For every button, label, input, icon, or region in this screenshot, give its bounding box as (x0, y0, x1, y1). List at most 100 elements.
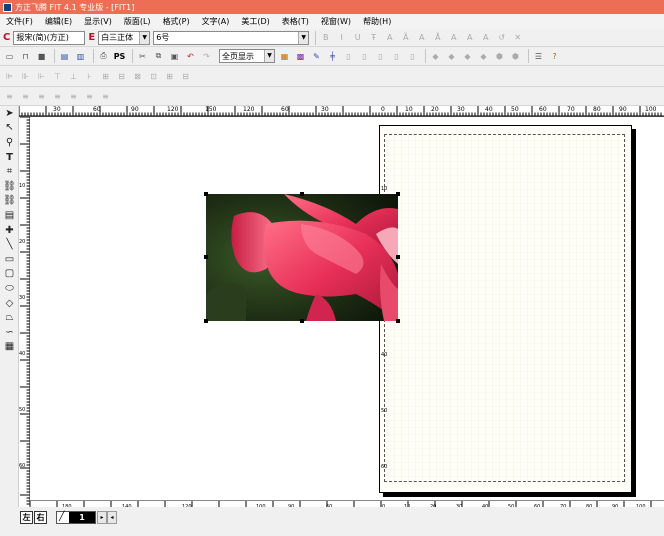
para-left-icon[interactable]: ≡ (3, 90, 16, 103)
resize-handle[interactable] (300, 192, 304, 196)
page-prev-arrow-icon[interactable]: ▸ (97, 511, 107, 524)
polygon-icon[interactable]: ⏢ (0, 310, 19, 325)
pen-icon[interactable]: ✎ (310, 50, 323, 63)
resize-handle[interactable] (204, 192, 208, 196)
rectangle-icon[interactable]: ▭ (0, 252, 19, 267)
resize-handle[interactable] (204, 319, 208, 323)
italic-icon[interactable]: I (335, 31, 348, 44)
left-page-button[interactable]: 左 (20, 511, 33, 524)
cut-icon[interactable]: ✂ (136, 50, 149, 63)
menu-format[interactable]: 格式(P) (161, 16, 192, 27)
space-v-icon[interactable]: ⊟ (179, 70, 192, 83)
layer3-icon[interactable]: ◆ (461, 50, 474, 63)
ellipse-icon[interactable]: ⬭ (0, 281, 19, 296)
menu-file[interactable]: 文件(F) (4, 16, 35, 27)
flower-image[interactable] (206, 194, 398, 321)
menu-window[interactable]: 视窗(W) (319, 16, 353, 27)
align-left-icon[interactable]: ⊫ (3, 70, 16, 83)
para-center-icon[interactable]: ≡ (19, 90, 32, 103)
align-center-icon[interactable]: ⊪ (19, 70, 32, 83)
right-page-button[interactable]: 右 (34, 511, 47, 524)
align-top-icon[interactable]: ⊤ (51, 70, 64, 83)
align-bottom-icon[interactable]: ⊦ (83, 70, 96, 83)
link-icon[interactable]: ⛓ (0, 179, 19, 194)
hollow-text-icon[interactable]: A (415, 31, 428, 44)
resize-handle[interactable] (396, 319, 400, 323)
line-icon[interactable]: ╲ (0, 237, 19, 252)
same-height-icon[interactable]: ⊡ (147, 70, 160, 83)
rotate-icon[interactable]: ↺ (495, 31, 508, 44)
resize-handle[interactable] (300, 319, 304, 323)
bezier-icon[interactable]: ∽ (0, 325, 19, 340)
shadow-text-icon[interactable]: Ã (399, 31, 412, 44)
zoom-icon[interactable]: ⚲ (0, 135, 19, 150)
bold-icon[interactable]: B (319, 31, 332, 44)
underline-icon[interactable]: U (351, 31, 364, 44)
strikethrough-icon[interactable]: Ŧ (367, 31, 380, 44)
undo-icon[interactable]: ↶ (184, 50, 197, 63)
font-size-select[interactable]: 6号 ▼ (153, 30, 310, 45)
same-width-icon[interactable]: ⊠ (131, 70, 144, 83)
shape2-icon[interactable]: ⬢ (509, 50, 522, 63)
shape1-icon[interactable]: ⬢ (493, 50, 506, 63)
menu-layout[interactable]: 版面(L) (122, 16, 153, 27)
zoom-select[interactable]: 全页显示 ▼ (219, 49, 275, 63)
superscript-icon[interactable]: A (463, 31, 476, 44)
para-distribute-icon[interactable]: ≡ (67, 90, 80, 103)
column-icon[interactable]: ▯ (342, 50, 355, 63)
layer4-icon[interactable]: ◆ (477, 50, 490, 63)
table-cross-icon[interactable]: ╪ (326, 50, 339, 63)
menu-edit[interactable]: 编辑(E) (43, 16, 74, 27)
frame-icon[interactable]: ▤ (0, 208, 19, 223)
menu-help[interactable]: 帮助(H) (361, 16, 393, 27)
page-next-arrow-icon[interactable]: ◂ (107, 511, 117, 524)
distribute-v-icon[interactable]: ⊟ (115, 70, 128, 83)
layer2-icon[interactable]: ◆ (445, 50, 458, 63)
column3-icon[interactable]: ▯ (374, 50, 387, 63)
help-icon[interactable]: ? (548, 50, 561, 63)
page-tab[interactable]: ╱ 1 (56, 511, 96, 524)
para-right-icon[interactable]: ≡ (35, 90, 48, 103)
rotate-text-icon[interactable]: Å (431, 31, 444, 44)
align-right-icon[interactable]: ⊩ (35, 70, 48, 83)
diamond-icon[interactable]: ◇ (0, 296, 19, 311)
print-icon[interactable]: ⎙ (97, 50, 110, 63)
open-file-icon[interactable]: ⊓ (19, 50, 32, 63)
space-h-icon[interactable]: ⊞ (163, 70, 176, 83)
outline-text-icon[interactable]: A (383, 31, 396, 44)
menu-table[interactable]: 表格(T) (280, 16, 311, 27)
resize-handle[interactable] (396, 255, 400, 259)
column5-icon[interactable]: ▯ (406, 50, 419, 63)
save-icon[interactable]: ■ (35, 50, 48, 63)
align-icon[interactable]: ☰ (532, 50, 545, 63)
grid-icon[interactable]: ▩ (294, 50, 307, 63)
column4-icon[interactable]: ▯ (390, 50, 403, 63)
import-icon[interactable]: ▤ (58, 50, 71, 63)
crop-icon[interactable]: ⌗ (0, 164, 19, 179)
menu-art[interactable]: 美工(D) (239, 16, 271, 27)
unlink-icon[interactable]: ⛓ (0, 194, 19, 209)
english-font-select[interactable]: 白三正体 ▼ (98, 30, 151, 45)
menu-text[interactable]: 文字(A) (200, 16, 232, 27)
new-file-icon[interactable]: ▭ (3, 50, 16, 63)
menu-view[interactable]: 显示(V) (82, 16, 114, 27)
subscript-icon[interactable]: A (479, 31, 492, 44)
para-outdent-icon[interactable]: ≡ (99, 90, 112, 103)
copy-icon[interactable]: ⧉ (152, 50, 165, 63)
rounded-rectangle-icon[interactable]: ▢ (0, 267, 19, 282)
table-icon[interactable]: ▦ (0, 340, 19, 355)
paste-icon[interactable]: ▣ (168, 50, 181, 63)
column2-icon[interactable]: ▯ (358, 50, 371, 63)
chinese-font-select[interactable]: 报宋(简)(方正) (13, 30, 86, 45)
para-justify-icon[interactable]: ≡ (51, 90, 64, 103)
direct-select-icon[interactable]: ↖ (0, 121, 19, 136)
align-middle-icon[interactable]: ⊥ (67, 70, 80, 83)
distribute-h-icon[interactable]: ⊞ (99, 70, 112, 83)
text-tool-icon[interactable]: T (0, 150, 19, 165)
plus-icon[interactable]: ✚ (0, 223, 19, 238)
export-icon[interactable]: ▥ (74, 50, 87, 63)
resize-handle[interactable] (396, 192, 400, 196)
select-arrow-icon[interactable]: ➤ (0, 106, 19, 121)
resize-handle[interactable] (204, 255, 208, 259)
redo-icon[interactable]: ↷ (200, 50, 213, 63)
